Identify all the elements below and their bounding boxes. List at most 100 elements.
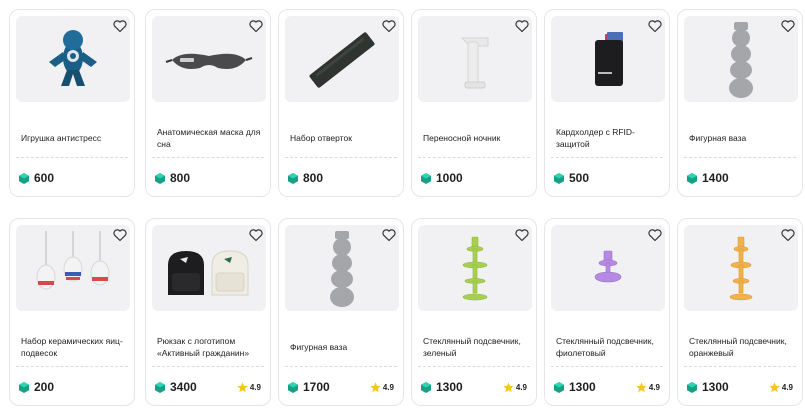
- coin-icon: [19, 381, 29, 393]
- product-title[interactable]: Стеклянный подсвечник, зеленый: [423, 329, 533, 365]
- price-value: 1300: [569, 380, 596, 394]
- star-icon: [769, 382, 780, 393]
- divider: [152, 157, 264, 158]
- heart-icon[interactable]: [514, 227, 530, 243]
- divider: [16, 157, 128, 158]
- product-price: 1000: [421, 171, 463, 185]
- product-card[interactable]: Стеклянный подсвечник, фиолетовый 1300 4…: [544, 218, 670, 406]
- product-rating: 4.9: [370, 382, 394, 393]
- divider: [418, 157, 530, 158]
- heart-icon[interactable]: [381, 18, 397, 34]
- price-value: 1400: [702, 171, 729, 185]
- rating-value: 4.9: [249, 383, 261, 392]
- coin-icon: [421, 172, 431, 184]
- divider: [418, 366, 530, 367]
- product-price: 3400: [155, 380, 197, 394]
- coin-icon: [288, 172, 298, 184]
- heart-icon[interactable]: [248, 18, 264, 34]
- product-title[interactable]: Стеклянный подсвечник, фиолетовый: [556, 329, 666, 365]
- heart-icon[interactable]: [514, 18, 530, 34]
- product-card[interactable]: Стеклянный подсвечник, оранжевый 1300 4.…: [677, 218, 803, 406]
- price-value: 1300: [436, 380, 463, 394]
- product-card[interactable]: Рюкзак с логотипом «Активный гражданин» …: [145, 218, 271, 406]
- product-title[interactable]: Стеклянный подсвечник, оранжевый: [689, 329, 799, 365]
- product-card[interactable]: Анатомическая маска для сна 800: [145, 9, 271, 197]
- coin-icon: [554, 172, 564, 184]
- product-rating: 4.9: [769, 382, 793, 393]
- divider: [551, 366, 663, 367]
- product-price: 800: [155, 171, 190, 185]
- product-title[interactable]: Игрушка антистресс: [21, 120, 131, 156]
- price-value: 800: [303, 171, 324, 185]
- divider: [684, 366, 796, 367]
- product-price: 1300: [687, 380, 729, 394]
- product-title[interactable]: Набор отверток: [290, 120, 400, 156]
- product-rating: 4.9: [636, 382, 660, 393]
- product-rating: 4.9: [237, 382, 261, 393]
- heart-icon[interactable]: [647, 227, 663, 243]
- heart-icon[interactable]: [248, 227, 264, 243]
- product-card[interactable]: Игрушка антистресс 600: [9, 9, 135, 197]
- product-card[interactable]: Фигурная ваза 1700 4.9: [278, 218, 404, 406]
- divider: [551, 157, 663, 158]
- product-price: 1300: [421, 380, 463, 394]
- divider: [285, 157, 397, 158]
- product-card[interactable]: Переносной ночник 1000: [411, 9, 537, 197]
- price-value: 1000: [436, 171, 463, 185]
- rating-value: 4.9: [515, 383, 527, 392]
- coin-icon: [19, 172, 29, 184]
- product-title[interactable]: Анатомическая маска для сна: [157, 120, 267, 156]
- product-price: 1300: [554, 380, 596, 394]
- coin-icon: [687, 172, 697, 184]
- product-rating: 4.9: [503, 382, 527, 393]
- product-card[interactable]: Набор отверток 800: [278, 9, 404, 197]
- coin-icon: [421, 381, 431, 393]
- product-price: 1700: [288, 380, 330, 394]
- divider: [152, 366, 264, 367]
- divider: [16, 366, 128, 367]
- star-icon: [370, 382, 381, 393]
- star-icon: [636, 382, 647, 393]
- heart-icon[interactable]: [780, 227, 796, 243]
- price-value: 500: [569, 171, 590, 185]
- product-price: 1400: [687, 171, 729, 185]
- heart-icon[interactable]: [112, 18, 128, 34]
- heart-icon[interactable]: [780, 18, 796, 34]
- coin-icon: [155, 172, 165, 184]
- price-value: 800: [170, 171, 191, 185]
- rating-value: 4.9: [781, 383, 793, 392]
- price-value: 600: [34, 171, 55, 185]
- coin-icon: [155, 381, 165, 393]
- heart-icon[interactable]: [381, 227, 397, 243]
- product-price: 200: [19, 380, 54, 394]
- product-title[interactable]: Набор керамических яиц-подвесок: [21, 329, 131, 365]
- product-grid: Игрушка антистресс 600 Анатомическая мас…: [0, 0, 805, 415]
- product-title[interactable]: Рюкзак с логотипом «Активный гражданин»: [157, 329, 267, 365]
- product-title[interactable]: Переносной ночник: [423, 120, 533, 156]
- price-value: 1700: [303, 380, 330, 394]
- star-icon: [237, 382, 248, 393]
- coin-icon: [288, 381, 298, 393]
- product-card[interactable]: Фигурная ваза 1400: [677, 9, 803, 197]
- coin-icon: [554, 381, 564, 393]
- price-value: 1300: [702, 380, 729, 394]
- product-card[interactable]: Набор керамических яиц-подвесок 200: [9, 218, 135, 406]
- product-price: 600: [19, 171, 54, 185]
- product-title[interactable]: Фигурная ваза: [290, 329, 400, 365]
- rating-value: 4.9: [648, 383, 660, 392]
- divider: [684, 157, 796, 158]
- rating-value: 4.9: [382, 383, 394, 392]
- product-title[interactable]: Фигурная ваза: [689, 120, 799, 156]
- product-price: 500: [554, 171, 589, 185]
- product-price: 800: [288, 171, 323, 185]
- heart-icon[interactable]: [112, 227, 128, 243]
- star-icon: [503, 382, 514, 393]
- coin-icon: [687, 381, 697, 393]
- product-card[interactable]: Стеклянный подсвечник, зеленый 1300 4.9: [411, 218, 537, 406]
- price-value: 200: [34, 380, 55, 394]
- product-title[interactable]: Кардхолдер с RFID-защитой: [556, 120, 666, 156]
- price-value: 3400: [170, 380, 197, 394]
- heart-icon[interactable]: [647, 18, 663, 34]
- product-card[interactable]: Кардхолдер с RFID-защитой 500: [544, 9, 670, 197]
- divider: [285, 366, 397, 367]
